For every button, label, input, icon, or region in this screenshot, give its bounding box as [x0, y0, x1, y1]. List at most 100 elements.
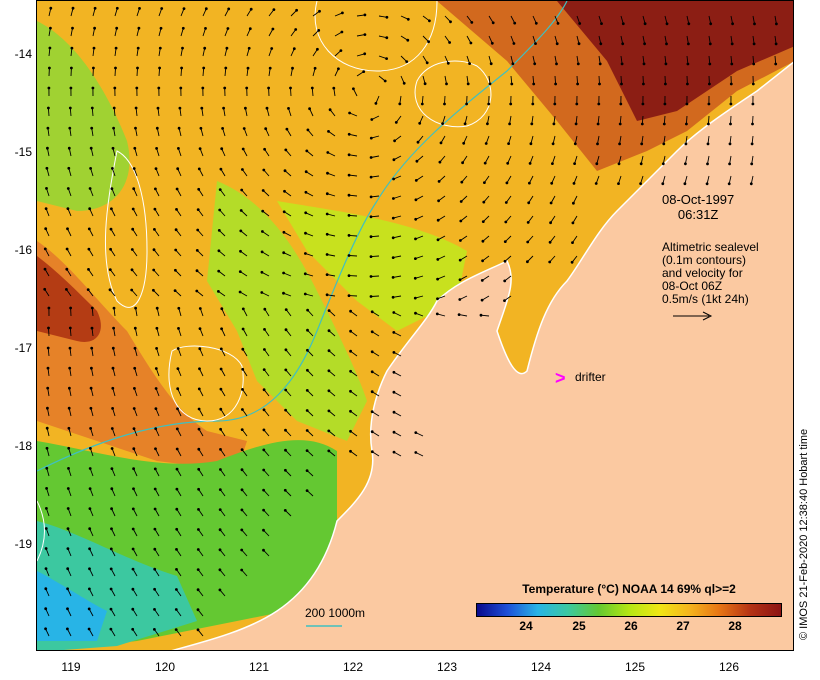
velocity-arrow-head [527, 201, 531, 205]
velocity-arrow-head [174, 248, 178, 252]
latitude-label: -16 [14, 243, 32, 257]
velocity-arrow-head [263, 328, 266, 331]
velocity-arrow-head [154, 447, 157, 451]
velocity-arrow-head [555, 62, 558, 66]
velocity-arrow-head [549, 221, 552, 225]
velocity-arrow-head [154, 427, 158, 431]
velocity-arrow-head [391, 276, 395, 279]
velocity-arrow-head [369, 175, 373, 179]
velocity-arrow-head [177, 126, 181, 130]
velocity-arrow-head [752, 42, 756, 46]
velocity-arrow-head [240, 468, 244, 472]
velocity-arrow-head [132, 487, 135, 491]
velocity-arrow-head [241, 147, 245, 151]
colorbar [476, 603, 782, 617]
velocity-arrow-head [707, 122, 710, 126]
velocity-arrow-head [197, 387, 201, 391]
velocity-arrow-head [362, 70, 366, 73]
velocity-arrow-head [533, 62, 537, 66]
velocity-arrow-head [196, 628, 200, 632]
velocity-arrow-head [508, 122, 511, 126]
velocity-arrow-head [46, 406, 49, 410]
velocity-arrow-head [181, 46, 184, 50]
velocity-arrow-head [480, 298, 484, 302]
velocity-arrow-head [45, 426, 49, 430]
velocity-arrow-head [131, 587, 135, 591]
velocity-arrow-head [159, 26, 163, 30]
velocity-arrow-head [196, 548, 200, 551]
velocity-arrow-head [176, 347, 180, 350]
velocity-arrow-head [618, 142, 621, 146]
velocity-arrow-head [530, 122, 534, 126]
velocity-arrow-head [160, 7, 164, 10]
velocity-arrow-head [223, 86, 227, 90]
velocity-arrow-head [572, 182, 576, 185]
velocity-arrow-head [664, 62, 668, 66]
velocity-arrow-head [413, 276, 417, 280]
velocity-arrow-head [306, 128, 310, 132]
velocity-arrow-head [436, 238, 440, 242]
velocity-arrow-head [555, 42, 559, 46]
depth-legend-label: 200 1000m [305, 606, 366, 620]
velocity-arrow-head [461, 161, 464, 165]
velocity-arrow-head [175, 427, 179, 431]
velocity-arrow-head [46, 386, 50, 390]
velocity-arrow-head [197, 447, 201, 451]
velocity-arrow-head [643, 42, 646, 46]
velocity-arrow-head [687, 42, 690, 46]
velocity-arrow-head [459, 219, 463, 223]
velocity-arrow-head [271, 27, 275, 31]
velocity-arrow-head [175, 447, 179, 451]
velocity-arrow-head [729, 102, 733, 106]
velocity-arrow-head [46, 366, 50, 370]
velocity-arrow-head [534, 21, 538, 25]
velocity-arrow-head [706, 142, 710, 146]
velocity-arrow-head [283, 488, 287, 492]
velocity-arrow-head [176, 387, 180, 391]
velocity-arrow-head [284, 308, 288, 311]
velocity-arrow-head [260, 270, 264, 274]
velocity-arrow-head [44, 207, 48, 211]
velocity-arrow-head [405, 60, 409, 63]
velocity-arrow-head [291, 66, 294, 70]
velocity-arrow-head [110, 487, 114, 491]
velocity-arrow-head [153, 587, 156, 591]
velocity-arrow-head [684, 142, 688, 146]
velocity-arrow-head [66, 487, 70, 490]
velocity-arrow-head [110, 507, 113, 511]
velocity-arrow-head [305, 429, 309, 432]
velocity-arrow-head [45, 507, 48, 510]
velocity-arrow-head [295, 8, 298, 12]
velocity-arrow-head [241, 327, 245, 331]
velocity-arrow-head [182, 7, 186, 10]
velocity-arrow-head [68, 386, 71, 390]
velocity-arrow-head [511, 62, 515, 66]
velocity-arrow-head [369, 195, 373, 199]
velocity-arrow-head [111, 386, 115, 390]
velocity-arrow-head [174, 268, 177, 272]
velocity-arrow-head [532, 82, 536, 86]
velocity-arrow-head [325, 212, 329, 216]
velocity-arrow-head [347, 294, 351, 297]
velocity-arrow-head [262, 468, 266, 472]
velocity-arrow-head [347, 153, 351, 157]
velocity-arrow-head [152, 288, 155, 292]
velocity-arrow-head [218, 528, 222, 532]
velocity-arrow-head [46, 346, 50, 350]
velocity-arrow-head [67, 146, 71, 150]
velocity-arrow-head [44, 627, 47, 631]
velocity-arrow-head [196, 208, 200, 212]
velocity-arrow-head [402, 81, 406, 85]
velocity-arrow-head [156, 106, 160, 110]
velocity-arrow-head [131, 567, 135, 571]
velocity-arrow-head [112, 106, 116, 110]
velocity-arrow-head [369, 275, 373, 278]
velocity-arrow-head [414, 179, 418, 182]
velocity-arrow-head [526, 221, 530, 224]
velocity-arrow-head [470, 21, 474, 24]
velocity-arrow-head [749, 182, 753, 186]
longitude-label: 123 [436, 660, 458, 674]
velocity-arrow-head [664, 82, 667, 86]
velocity-arrow-head [262, 168, 266, 172]
velocity-arrow-head [385, 36, 389, 40]
